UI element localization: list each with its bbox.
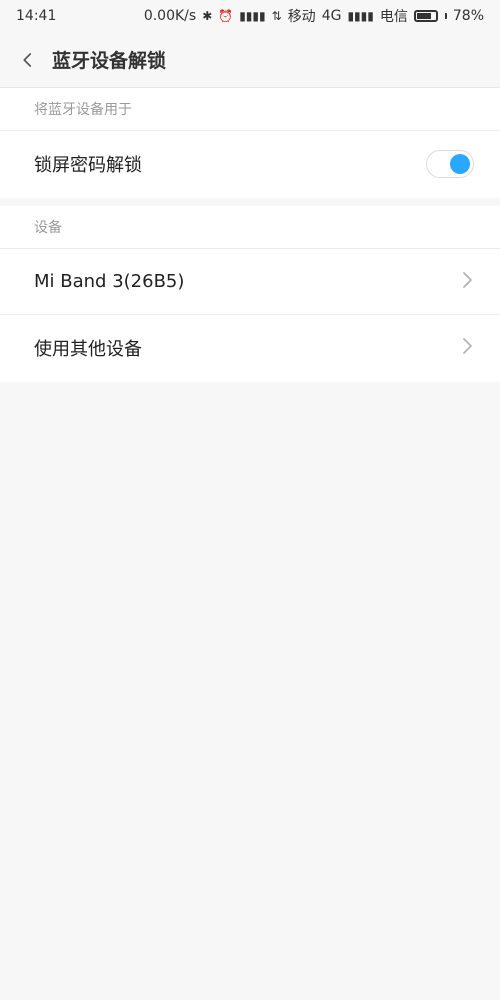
screen: 14:41 0.00K/s ✱ ⏰ ▮▮▮▮ ⇅ 移动 4G ▮▮▮▮ 电信 7… (0, 0, 500, 1000)
status-bar: 14:41 0.00K/s ✱ ⏰ ▮▮▮▮ ⇅ 移动 4G ▮▮▮▮ 电信 7… (0, 0, 500, 32)
page-title: 蓝牙设备解锁 (52, 50, 167, 72)
chevron-right-icon (462, 337, 474, 359)
signal-icon: ▮▮▮▮ (239, 9, 266, 23)
devices-section: 设备 Mi Band 3(26B5) 使用其他设备 (0, 206, 500, 382)
app-header: 蓝牙设备解锁 (0, 32, 500, 88)
bluetooth-icon: ✱ (202, 9, 213, 23)
lockscreen-unlock-row[interactable]: 锁屏密码解锁 (0, 131, 500, 197)
toggle-knob (450, 154, 470, 174)
battery-fill (416, 13, 431, 19)
battery-icon (413, 10, 438, 22)
back-button[interactable] (6, 32, 50, 88)
network-type: 4G (321, 8, 342, 24)
chevron-right-icon (462, 271, 474, 293)
usage-section-header: 将蓝牙设备用于 (0, 88, 500, 131)
back-arrow-icon (23, 52, 32, 67)
device-label-other: 使用其他设备 (34, 339, 142, 360)
device-label-miband: Mi Band 3(26B5) (34, 271, 185, 292)
carrier1-name: 移动 (287, 9, 316, 25)
battery-percent: 78% (452, 8, 484, 24)
alarm-icon: ⏰ (218, 9, 234, 23)
battery-cap (444, 13, 447, 19)
device-row-other[interactable]: 使用其他设备 (0, 315, 500, 381)
status-time: 14:41 (16, 8, 57, 24)
lockscreen-unlock-label: 锁屏密码解锁 (34, 155, 142, 176)
net-speed: 0.00K/s (143, 8, 197, 24)
data-arrows-icon: ⇅ (271, 9, 282, 23)
lockscreen-unlock-toggle[interactable] (426, 150, 474, 178)
signal-icon-2: ▮▮▮▮ (347, 9, 374, 23)
device-row-miband[interactable]: Mi Band 3(26B5) (0, 249, 500, 315)
usage-section: 将蓝牙设备用于 锁屏密码解锁 (0, 88, 500, 198)
status-right: 0.00K/s ✱ ⏰ ▮▮▮▮ ⇅ 移动 4G ▮▮▮▮ 电信 78% (144, 6, 484, 26)
devices-section-header: 设备 (0, 206, 500, 249)
carrier2-name: 电信 (379, 9, 408, 25)
battery: 78% (413, 8, 484, 24)
